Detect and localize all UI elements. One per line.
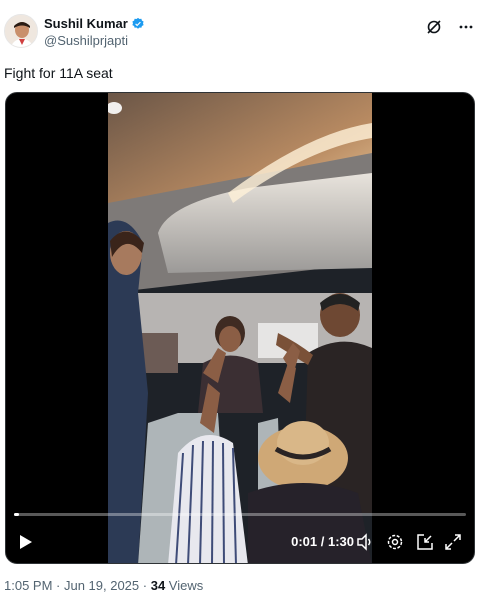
handle[interactable]: @Sushilprjapti bbox=[44, 33, 145, 49]
video-player[interactable]: 0:01 / 1:30 bbox=[5, 92, 475, 564]
timestamp[interactable]: 1:05 PM · Jun 19, 2025 bbox=[4, 578, 139, 593]
picture-in-picture-icon[interactable] bbox=[416, 533, 434, 551]
volume-icon[interactable] bbox=[356, 533, 374, 551]
video-time: 0:01 / 1:30 bbox=[291, 534, 354, 549]
display-name-row[interactable]: Sushil Kumar bbox=[44, 16, 145, 32]
tweet-header: Sushil Kumar @Sushilprjapti bbox=[4, 14, 483, 54]
play-icon[interactable] bbox=[16, 533, 34, 551]
header-actions bbox=[425, 18, 475, 36]
progress-fill bbox=[14, 513, 19, 516]
meta-separator: · bbox=[139, 578, 151, 593]
video-controls: 0:01 / 1:30 bbox=[6, 511, 474, 563]
grok-icon[interactable] bbox=[425, 18, 443, 36]
video-still bbox=[108, 93, 372, 563]
fullscreen-icon[interactable] bbox=[444, 533, 462, 551]
tweet-text: Fight for 11A seat bbox=[4, 65, 113, 81]
progress-bar[interactable] bbox=[14, 513, 466, 516]
display-name[interactable]: Sushil Kumar bbox=[44, 16, 128, 32]
author-names: Sushil Kumar @Sushilprjapti bbox=[44, 16, 145, 49]
more-icon[interactable] bbox=[457, 18, 475, 36]
avatar[interactable] bbox=[4, 14, 38, 48]
verified-badge-icon bbox=[132, 17, 144, 29]
tweet-meta: 1:05 PM · Jun 19, 2025 · 34 Views bbox=[4, 578, 203, 594]
views-label: Views bbox=[165, 578, 204, 593]
settings-icon[interactable] bbox=[386, 533, 404, 551]
video-frame[interactable] bbox=[108, 93, 372, 563]
views-count: 34 bbox=[150, 578, 166, 593]
